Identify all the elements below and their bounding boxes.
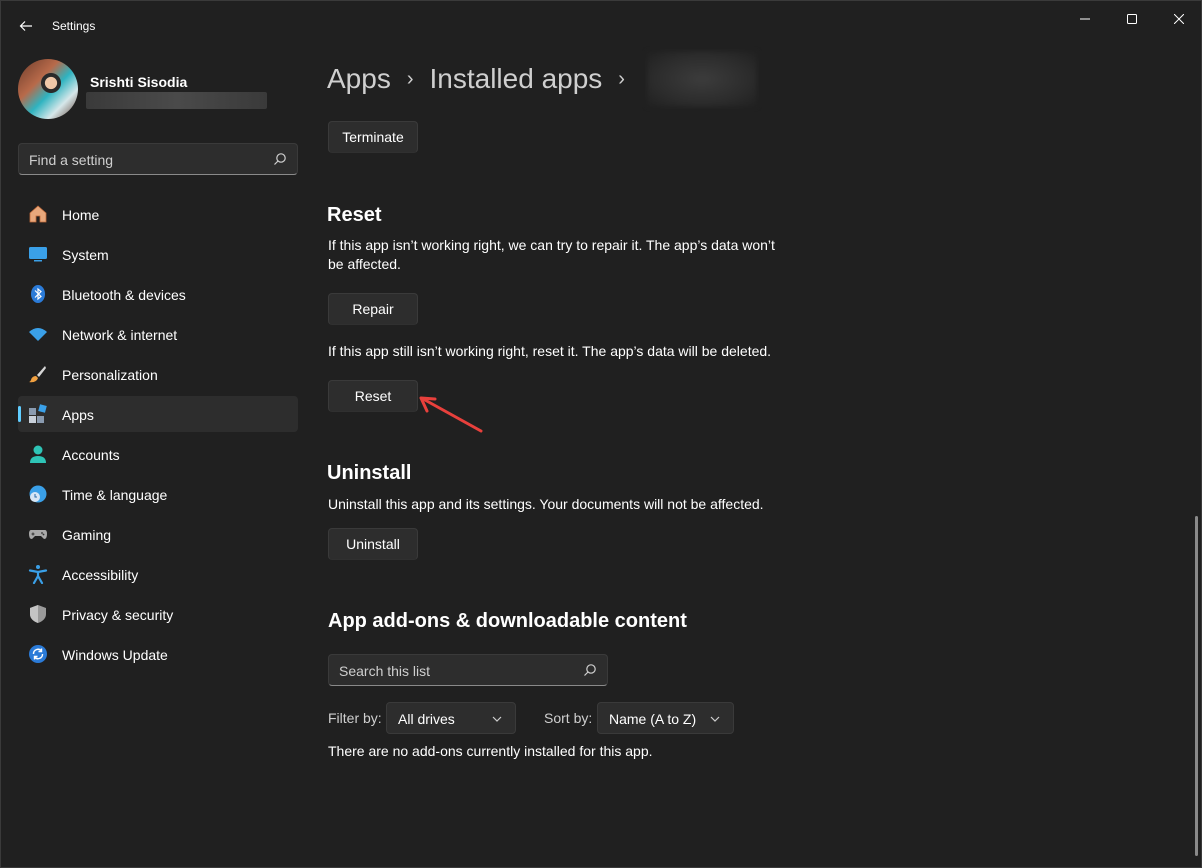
reset-description: If this app still isn’t working right, r… [328, 343, 772, 359]
sidebar-item-label: Time & language [62, 487, 168, 503]
breadcrumb-app-name-redacted [646, 51, 757, 107]
addons-section-title: App add-ons & downloadable content [328, 610, 687, 632]
sidebar-item-label: Network & internet [62, 327, 178, 343]
minimize-button[interactable] [1062, 7, 1108, 31]
sidebar-item-gaming[interactable]: Gaming [18, 516, 298, 552]
avatar [18, 59, 78, 119]
sidebar-item-accessibility[interactable]: Accessibility [18, 556, 298, 592]
sidebar-item-privacy[interactable]: Privacy & security [18, 596, 298, 632]
user-name: Srishti Sisodia [90, 74, 188, 90]
update-icon [28, 644, 48, 664]
back-arrow-icon [19, 21, 32, 31]
repair-button[interactable]: Repair [328, 293, 418, 325]
brush-icon [28, 364, 48, 384]
addons-search[interactable] [328, 654, 608, 686]
sidebar-item-label: System [62, 247, 109, 263]
title-bar: Settings [1, 1, 1201, 49]
sort-by-label: Sort by: [544, 710, 593, 726]
filter-dropdown[interactable]: All drives [386, 702, 516, 734]
sidebar-item-bluetooth[interactable]: Bluetooth & devices [18, 276, 298, 312]
search-input[interactable] [29, 150, 259, 170]
scrollbar[interactable] [1195, 516, 1198, 856]
sidebar-item-apps[interactable]: Apps [18, 396, 298, 432]
back-button[interactable] [13, 13, 39, 39]
filter-dropdown-value: All drives [398, 711, 455, 727]
sidebar-item-accounts[interactable]: Accounts [18, 436, 298, 472]
sidebar-item-label: Privacy & security [62, 607, 174, 623]
user-profile[interactable]: Srishti Sisodia [18, 59, 298, 121]
sidebar-item-label: Windows Update [62, 647, 168, 663]
sort-dropdown-value: Name (A to Z) [609, 711, 697, 727]
sidebar-item-time-language[interactable]: Time & language [18, 476, 298, 512]
sidebar-item-label: Accessibility [62, 567, 139, 583]
sidebar-item-label: Accounts [62, 447, 120, 463]
sidebar-item-windows-update[interactable]: Windows Update [18, 636, 298, 672]
sidebar-item-label: Apps [62, 407, 94, 423]
search-icon [584, 664, 596, 676]
filter-by-label: Filter by: [328, 710, 382, 726]
close-button[interactable] [1156, 7, 1202, 31]
annotation-arrow-icon [419, 396, 483, 433]
search-icon [274, 153, 286, 165]
apps-icon [28, 404, 48, 424]
maximize-icon [1127, 14, 1137, 24]
user-email-redacted [86, 92, 267, 109]
reset-button[interactable]: Reset [328, 380, 418, 412]
uninstall-section-title: Uninstall [327, 462, 412, 484]
accessibility-icon [28, 564, 48, 584]
settings-window: Settings Srishti Sisodia Home [0, 0, 1202, 868]
maximize-button[interactable] [1109, 7, 1155, 31]
bluetooth-icon [28, 284, 48, 304]
sidebar-nav: Home System Bluetooth & devices Network … [18, 196, 298, 676]
minimize-icon [1080, 18, 1090, 20]
sort-dropdown[interactable]: Name (A to Z) [597, 702, 734, 734]
uninstall-description: Uninstall this app and its settings. You… [328, 496, 764, 512]
sidebar-item-system[interactable]: System [18, 236, 298, 272]
sidebar-item-personalization[interactable]: Personalization [18, 356, 298, 392]
breadcrumb-separator: › [406, 67, 414, 90]
terminate-button[interactable]: Terminate [328, 121, 418, 153]
controller-icon [28, 524, 48, 544]
accounts-icon [28, 444, 48, 464]
close-icon [1174, 14, 1184, 24]
addons-search-input[interactable] [339, 661, 569, 681]
sidebar-item-home[interactable]: Home [18, 196, 298, 232]
app-title: Settings [52, 19, 96, 33]
sidebar-item-label: Gaming [62, 527, 112, 543]
sidebar-item-label: Personalization [62, 367, 158, 383]
chevron-down-icon [492, 716, 502, 722]
sidebar-item-network[interactable]: Network & internet [18, 316, 298, 352]
repair-description: If this app isn’t working right, we can … [328, 237, 775, 272]
shield-icon [28, 604, 48, 624]
chevron-down-icon [710, 716, 720, 722]
sidebar-item-label: Bluetooth & devices [62, 287, 186, 303]
sidebar-item-label: Home [62, 207, 100, 223]
home-icon [28, 204, 48, 224]
wifi-icon [28, 324, 48, 344]
system-icon [28, 244, 48, 264]
globe-clock-icon [28, 484, 48, 504]
breadcrumb-apps[interactable]: Apps [327, 63, 391, 95]
no-addons-message: There are no add-ons currently installed… [328, 743, 653, 759]
breadcrumb: Apps › Installed apps › [327, 51, 757, 107]
breadcrumb-separator: › [618, 67, 625, 90]
breadcrumb-installed-apps[interactable]: Installed apps [430, 63, 603, 95]
uninstall-button[interactable]: Uninstall [328, 528, 418, 560]
settings-search[interactable] [18, 143, 298, 175]
reset-section-title: Reset [327, 204, 382, 226]
